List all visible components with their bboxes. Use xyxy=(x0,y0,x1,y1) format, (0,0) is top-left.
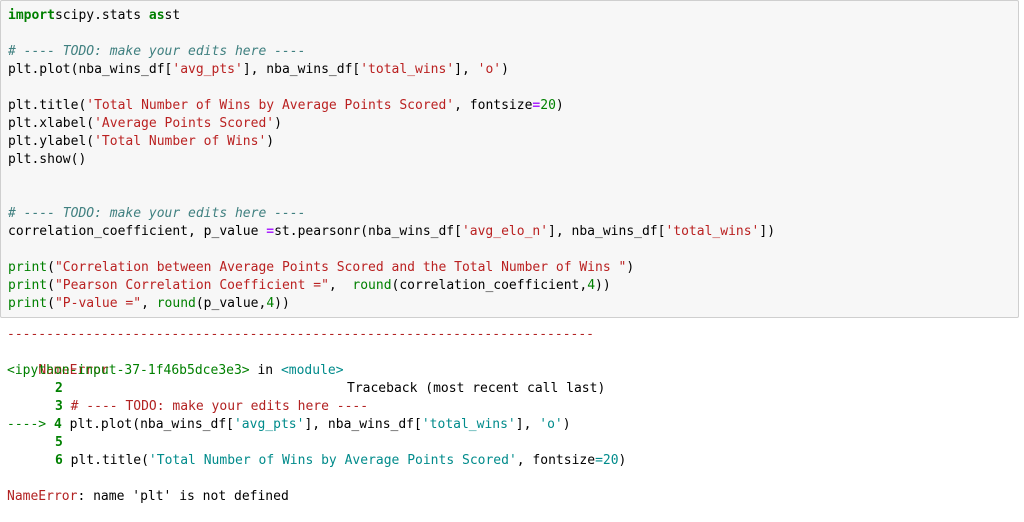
code-line-16: print("Pearson Correlation Coefficient =… xyxy=(8,277,611,295)
code-token: 'o' xyxy=(477,62,502,77)
code-token: 'Average Points Scored' xyxy=(94,116,275,131)
traceback-header: NameError Traceback (most recent call la… xyxy=(7,344,617,396)
traceback-separator: ----------------------------------------… xyxy=(7,327,594,342)
code-token: # ---- TODO: make your edits here ---- xyxy=(8,206,306,221)
code-line-9: plt.show() xyxy=(8,151,86,169)
code-token: 4 xyxy=(266,296,275,311)
traceback-line-5: 5 xyxy=(55,435,63,450)
code-line-1: importscipy.stats asst xyxy=(8,7,180,25)
code-token: plt.title( xyxy=(8,98,87,113)
code-line-4: plt.plot(nba_wins_df['avg_pts'], nba_win… xyxy=(8,61,509,79)
code-line-15: print("Correlation between Average Point… xyxy=(8,259,634,277)
traceback-line-6: 6 plt.title('Total Number of Wins by Ave… xyxy=(55,453,627,468)
code-token: ) xyxy=(274,116,282,131)
code-token: (p_value, xyxy=(195,296,267,311)
code-token: print xyxy=(8,260,48,275)
code-input-cell[interactable]: importscipy.stats asst # ---- TODO: make… xyxy=(0,0,1019,318)
code-token: ) xyxy=(626,260,635,275)
code-token: ( xyxy=(47,260,55,275)
code-token: ) xyxy=(501,62,509,77)
module-ref: <module> xyxy=(280,363,344,378)
code-token: plt.show() xyxy=(8,152,87,167)
code-token: import xyxy=(8,8,55,23)
code-token: )) xyxy=(595,278,611,293)
error-message: NameError: name 'plt' is not defined xyxy=(7,488,289,506)
code-token: 'total_wins' xyxy=(360,62,455,77)
in-text: in xyxy=(249,363,281,378)
code-token: plt.xlabel( xyxy=(8,116,95,131)
traceback-label: Traceback (most recent call last) xyxy=(347,381,606,396)
code-token: print xyxy=(8,278,48,293)
code-token: ) xyxy=(555,98,564,113)
traceback-line-2: 2 xyxy=(55,381,63,396)
code-token: scipy.stats xyxy=(54,8,149,23)
error-arrow: ----> xyxy=(7,417,54,432)
code-token: 'Total Number of Wins by Average Points … xyxy=(86,98,455,113)
code-line-6: plt.title('Total Number of Wins by Avera… xyxy=(8,97,564,115)
code-token: ], nba_wins_df[ xyxy=(548,224,666,239)
traceback-location: <ipython-input-37-1f46b5dce3e3> in <modu… xyxy=(7,362,344,380)
code-token: ( xyxy=(47,296,55,311)
traceback-line-4: ----> 4 plt.plot(nba_wins_df['avg_pts'],… xyxy=(7,417,571,432)
code-line-12: # ---- TODO: make your edits here ---- xyxy=(8,205,305,223)
code-token: )) xyxy=(274,296,290,311)
code-token: , fontsize xyxy=(454,98,533,113)
code-token: round xyxy=(156,296,196,311)
code-token: "Correlation between Average Points Scor… xyxy=(54,260,627,275)
code-token: ], nba_wins_df[ xyxy=(242,62,361,77)
code-token: 20 xyxy=(540,98,556,113)
code-token: st.pearsonr(nba_wins_df[ xyxy=(274,224,462,239)
code-line-13: correlation_coefficient, p_value =st.pea… xyxy=(8,223,775,241)
code-token: round xyxy=(352,278,392,293)
code-line-17: print("P-value =", round(p_value,4)) xyxy=(8,295,290,313)
code-token: 'Total Number of Wins' xyxy=(94,134,267,149)
code-token: plt.ylabel( xyxy=(8,134,95,149)
traceback-line-3: 3 # ---- TODO: make your edits here ---- xyxy=(55,399,369,414)
code-token: print xyxy=(8,296,48,311)
code-line-7: plt.xlabel('Average Points Scored') xyxy=(8,115,282,133)
code-token: 'avg_pts' xyxy=(172,62,243,77)
code-token: , xyxy=(141,296,157,311)
input-ref: <ipython-input-37-1f46b5dce3e3> xyxy=(7,363,250,378)
code-token: ], xyxy=(454,62,478,77)
code-token: (correlation_coefficient, xyxy=(391,278,588,293)
code-token: 'avg_elo_n' xyxy=(461,224,549,239)
code-token: ) xyxy=(266,134,275,149)
code-token: st xyxy=(164,8,181,23)
code-token: "P-value =" xyxy=(54,296,142,311)
final-error-name: NameError xyxy=(7,489,78,504)
code-token: plt.plot(nba_wins_df[ xyxy=(8,62,173,77)
code-token: , xyxy=(328,278,353,293)
code-token: "Pearson Correlation Coefficient =" xyxy=(54,278,329,293)
code-line-8: plt.ylabel('Total Number of Wins') xyxy=(8,133,274,151)
code-token: # ---- TODO: make your edits here ---- xyxy=(8,44,306,59)
code-token: ( xyxy=(47,278,55,293)
code-token: as xyxy=(148,8,165,23)
code-token: ]) xyxy=(759,224,776,239)
code-token: = xyxy=(266,224,275,239)
code-token: 4 xyxy=(587,278,596,293)
code-token: 'total_wins' xyxy=(665,224,760,239)
final-error-text: : name 'plt' is not defined xyxy=(77,489,289,504)
code-token: correlation_coefficient, p_value xyxy=(8,224,267,239)
code-line-3: # ---- TODO: make your edits here ---- xyxy=(8,43,305,61)
